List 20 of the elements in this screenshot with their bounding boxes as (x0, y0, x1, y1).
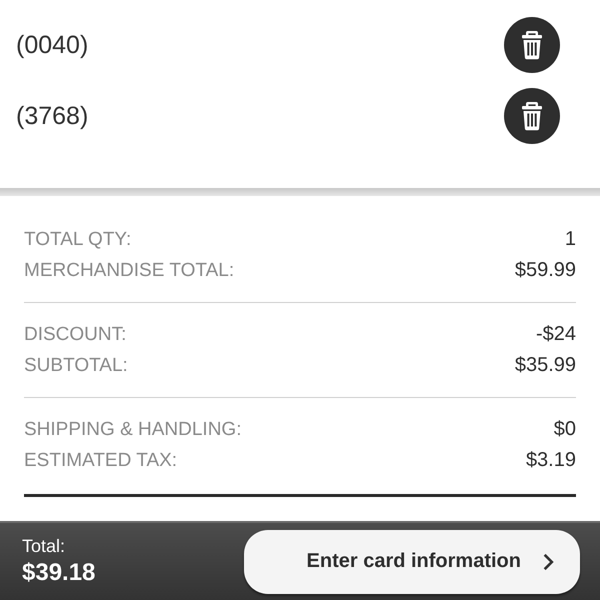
summary-value: 1 (564, 228, 576, 251)
summary-value: -$24 (536, 323, 576, 346)
summary-label: MERCHANDISE TOTAL: (24, 260, 234, 282)
summary-value: $3.19 (526, 449, 576, 472)
summary-value: $59.99 (514, 259, 576, 282)
card-number: (3768) (16, 102, 88, 130)
summary-label: ESTIMATED TAX: (24, 450, 178, 472)
total-label: Total: (22, 536, 66, 557)
card-number: (0040) (16, 30, 88, 60)
trash-icon[interactable] (504, 88, 560, 144)
total-value: $39.18 (22, 559, 96, 587)
summary-label: TOTAL QTY: (24, 228, 132, 250)
summary-value: $35.99 (514, 354, 576, 377)
trash-icon[interactable] (504, 17, 560, 73)
summary-label: SHIPPING & HANDLING: (24, 418, 242, 440)
enter-card-button[interactable]: Enter card information (244, 530, 580, 594)
summary-label: SUBTOTAL: (24, 354, 128, 376)
chevron-right-icon (543, 552, 554, 570)
summary-label: DISCOUNT: (24, 324, 126, 346)
summary-value: $0 (554, 418, 576, 441)
